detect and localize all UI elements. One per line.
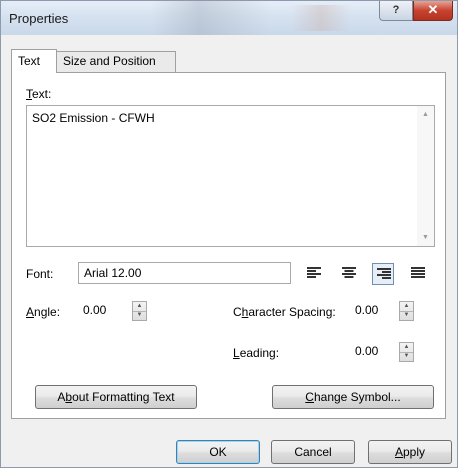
font-label: Font: <box>26 267 54 281</box>
text-input[interactable]: SO2 Emission - CFWH ▲ ▼ <box>26 105 435 247</box>
character-spacing-stepper[interactable]: ▲ ▼ <box>399 301 414 321</box>
apply-button[interactable]: Apply <box>368 440 452 464</box>
stepper-down-icon[interactable]: ▼ <box>133 311 146 320</box>
angle-field[interactable]: 0.00 <box>78 300 116 322</box>
text-scrollbar[interactable]: ▲ ▼ <box>417 106 434 246</box>
character-spacing-field[interactable]: 0.00 <box>350 300 392 322</box>
align-center-icon[interactable] <box>338 263 360 285</box>
ok-button[interactable]: OK <box>176 440 260 464</box>
scroll-up-icon[interactable]: ▲ <box>417 106 434 123</box>
font-field[interactable]: Arial 12.00 <box>78 262 291 284</box>
angle-label: Angle: <box>26 305 61 319</box>
window-title: Properties <box>9 11 69 26</box>
character-spacing-label: Character Spacing: <box>233 305 336 319</box>
scroll-down-icon[interactable]: ▼ <box>417 229 434 246</box>
tab-text[interactable]: Text <box>11 49 57 73</box>
about-formatting-text-button[interactable]: About Formatting Text <box>35 385 197 409</box>
leading-label: Leading: <box>233 346 280 360</box>
align-left-icon[interactable] <box>303 263 325 285</box>
justify-icon[interactable] <box>407 263 429 285</box>
tab-size-and-position[interactable]: Size and Position <box>56 51 176 72</box>
text-value: SO2 Emission - CFWH <box>32 111 155 125</box>
cancel-button[interactable]: Cancel <box>271 440 355 464</box>
angle-stepper[interactable]: ▲ ▼ <box>132 301 147 321</box>
help-icon: ? <box>392 4 400 16</box>
properties-dialog: Properties ? ✕ Text Size and Position Te… <box>0 0 458 468</box>
close-button[interactable]: ✕ <box>413 1 453 21</box>
leading-stepper[interactable]: ▲ ▼ <box>399 342 414 362</box>
stepper-down-icon[interactable]: ▼ <box>400 311 413 320</box>
titlebar-blur <box>291 5 351 31</box>
titlebar-blur <box>151 1 271 35</box>
help-button[interactable]: ? <box>379 1 413 21</box>
stepper-down-icon[interactable]: ▼ <box>400 352 413 361</box>
leading-field[interactable]: 0.00 <box>350 341 392 363</box>
text-label: Text: <box>26 87 52 101</box>
title-bar[interactable]: Properties ? ✕ <box>1 1 457 35</box>
align-right-icon[interactable] <box>372 263 394 285</box>
change-symbol-button[interactable]: Change Symbol... <box>272 385 434 409</box>
close-icon: ✕ <box>427 2 439 17</box>
